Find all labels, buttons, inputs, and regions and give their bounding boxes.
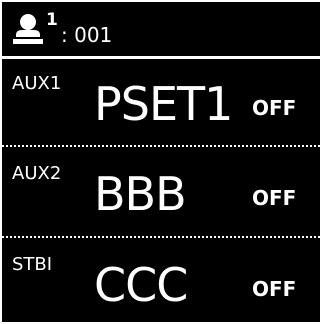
person-icon [13, 14, 43, 44]
device-screen: 1 : 001 AUX1 PSET1 OFF AUX2 BBB OFF STBI… [2, 2, 320, 322]
channel-label: AUX2 [12, 163, 62, 184]
row-divider [2, 236, 320, 238]
preset-name: BBB [94, 167, 187, 221]
channel-label: STBI [12, 254, 53, 275]
list-item[interactable]: AUX1 PSET1 OFF [2, 59, 320, 145]
preset-name: PSET1 [94, 77, 233, 131]
list-item[interactable]: STBI CCC OFF [2, 240, 320, 322]
row-divider [2, 145, 320, 147]
preset-name: CCC [94, 258, 188, 312]
status-value: OFF [252, 186, 297, 210]
channel-label: AUX1 [12, 73, 62, 94]
user-index: 1 [46, 10, 58, 30]
user-header: 1 : 001 [2, 2, 320, 56]
status-value: OFF [252, 96, 297, 120]
user-id: : 001 [61, 23, 113, 47]
status-value: OFF [252, 277, 297, 301]
list-item[interactable]: AUX2 BBB OFF [2, 149, 320, 235]
